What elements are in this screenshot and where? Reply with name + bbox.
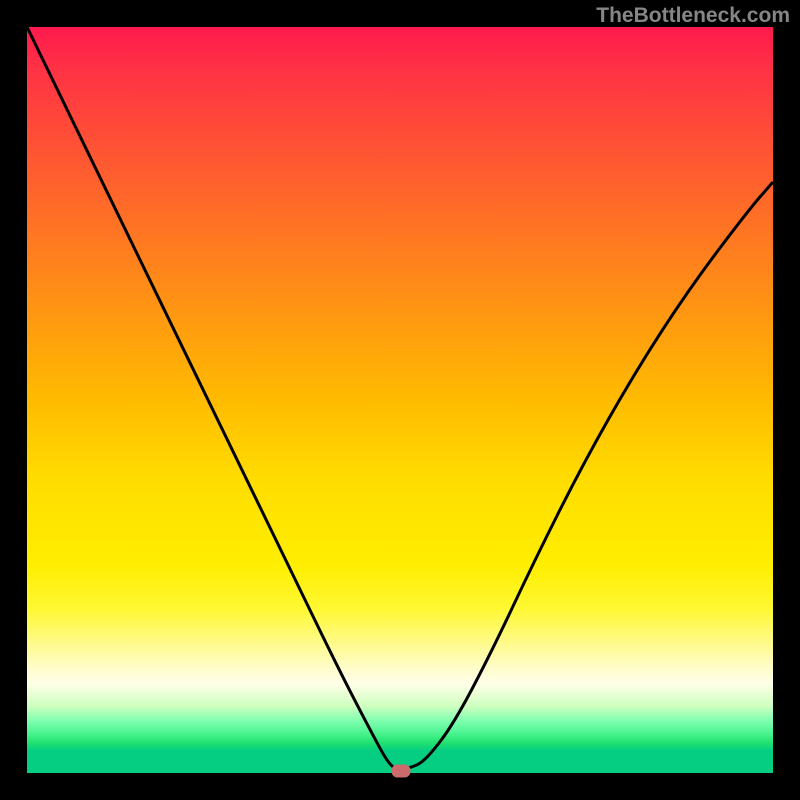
curve-svg [27, 27, 773, 773]
watermark-text: TheBottleneck.com [596, 4, 790, 28]
chart-container: TheBottleneck.com [0, 0, 800, 800]
optimal-point-marker [392, 764, 411, 777]
plot-area [27, 27, 773, 773]
bottleneck-curve [27, 27, 773, 769]
